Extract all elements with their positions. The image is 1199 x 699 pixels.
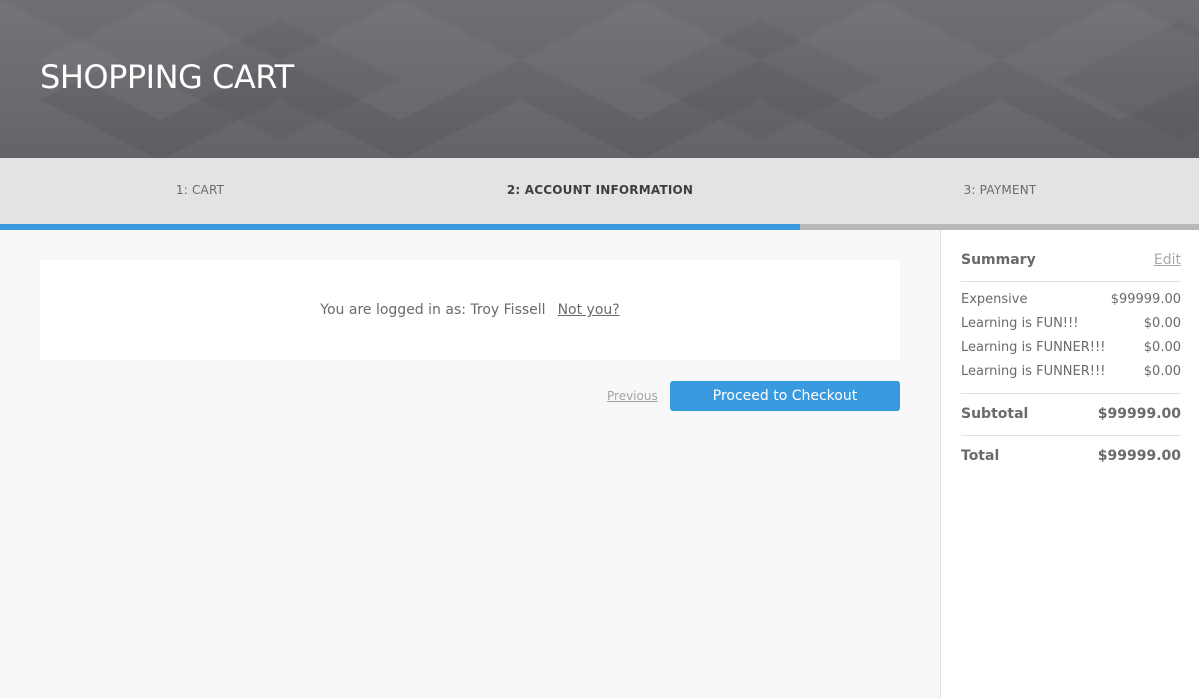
page-header: SHOPPING CART: [0, 0, 1199, 158]
account-info-panel: You are logged in as: Troy Fissell Not yo…: [40, 260, 900, 360]
total-value: $99999.00: [1097, 448, 1181, 464]
summary-item: Expensive $99999.00: [961, 292, 1181, 316]
step-payment[interactable]: 3: PAYMENT: [800, 183, 1199, 197]
not-you-link[interactable]: Not you?: [558, 302, 620, 318]
edit-link[interactable]: Edit: [1154, 252, 1181, 268]
total-label: Total: [961, 448, 1000, 464]
subtotal-value: $99999.00: [1097, 406, 1181, 422]
logged-in-text: You are logged in as: Troy Fissell: [320, 302, 546, 318]
item-name: Learning is FUN!!!: [961, 316, 1079, 331]
summary-title: Summary: [961, 252, 1036, 268]
summary-item: Learning is FUNNER!!! $0.00: [961, 364, 1181, 388]
summary-divider: [961, 393, 1181, 394]
item-name: Expensive: [961, 292, 1028, 307]
step-account-information[interactable]: 2: ACCOUNT INFORMATION: [400, 183, 800, 197]
subtotal-label: Subtotal: [961, 406, 1029, 422]
summary-items: Expensive $99999.00 Learning is FUN!!! $…: [961, 292, 1181, 388]
main-content: You are logged in as: Troy Fissell Not yo…: [0, 230, 940, 699]
page-title: SHOPPING CART: [40, 58, 294, 96]
item-price: $0.00: [1143, 364, 1181, 379]
item-price: $99999.00: [1110, 292, 1181, 307]
item-name: Learning is FUNNER!!!: [961, 364, 1106, 379]
login-status: You are logged in as: Troy Fissell Not yo…: [40, 302, 900, 318]
summary-header: Summary Edit: [961, 252, 1181, 282]
item-name: Learning is FUNNER!!!: [961, 340, 1106, 355]
summary-divider: [961, 435, 1181, 436]
checkout-steps: 1: CART 2: ACCOUNT INFORMATION 3: PAYMEN…: [0, 158, 1199, 224]
item-price: $0.00: [1143, 316, 1181, 331]
order-summary: Summary Edit Expensive $99999.00 Learnin…: [940, 230, 1199, 699]
summary-item: Learning is FUNNER!!! $0.00: [961, 340, 1181, 364]
proceed-to-checkout-button[interactable]: Proceed to Checkout: [670, 381, 900, 411]
step-cart[interactable]: 1: CART: [0, 183, 400, 197]
item-price: $0.00: [1143, 340, 1181, 355]
summary-item: Learning is FUN!!! $0.00: [961, 316, 1181, 340]
previous-link[interactable]: Previous: [607, 389, 658, 403]
